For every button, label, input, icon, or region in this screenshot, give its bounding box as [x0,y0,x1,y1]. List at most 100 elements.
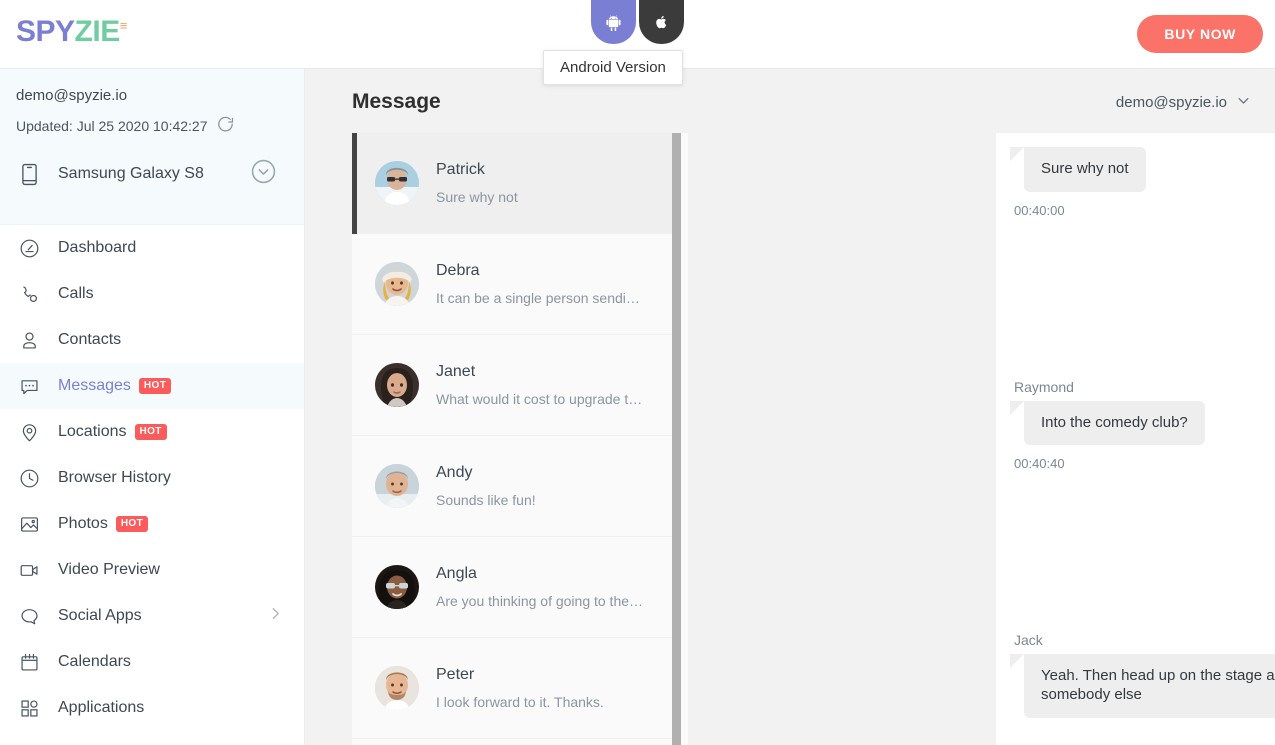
main-header: Message demo@spyzie.io [306,69,1275,133]
conversation-item-peter[interactable]: Peter I look forward to it. Thanks. [352,638,672,739]
avatar-image [375,161,419,205]
message-group: Jack Yeah. Then head up on the stage and… [1010,632,1275,718]
ios-version-tab[interactable] [639,0,684,44]
sidebar-item-label: Locations [58,423,127,440]
sidebar-item-video-preview[interactable]: Video Preview [0,547,304,593]
conversation-list-scrollbar-thumb[interactable] [672,133,681,745]
message-bubble-icon [16,376,42,397]
avatar-image [375,464,419,508]
sidebar-item-applications[interactable]: Applications [0,685,304,731]
dashboard-icon [16,238,42,259]
message-row: Ok where do you want to meet [1010,276,1275,321]
message-time: 00:41:00 [1014,585,1275,600]
sidebar-item-messages[interactable]: Messages HOT [0,363,304,409]
conversation-name: Patrick [436,161,485,178]
hot-badge: HOT [134,424,167,440]
hot-badge: HOT [138,378,172,394]
conversation-text: Peter I look forward to it. Thanks. [436,666,604,710]
android-icon [606,14,621,31]
logo-part-spy: SPY [16,15,75,48]
message-group: Me Ok where do you want to meet 00:40:20 [1010,254,1275,347]
conversation-item-debra[interactable]: Debra It can be a single person sendi… [352,234,672,335]
conversation-name: Angla [436,565,477,582]
spyzie-logo[interactable]: SPYZIE≡ [16,15,127,49]
logo-part-zie: ZIE [74,15,121,48]
calendar-icon [16,652,42,673]
video-camera-icon [16,560,42,581]
sidebar-item-browser-history[interactable]: Browser History [0,455,304,501]
sidebar-item-label: Dashboard [58,239,137,256]
refresh-icon[interactable] [216,115,235,137]
account-updated-row: Updated: Jul 25 2020 10:42:27 [16,115,288,137]
conversation-name: Andy [436,464,473,481]
main-content: Message demo@spyzie.io Patrick Sure why … [306,69,1275,745]
sidebar-item-label: Applications [58,699,145,716]
message-time: 00:40:40 [1014,456,1065,472]
avatar [375,464,419,508]
sidebar-item-social-apps[interactable]: Social Apps [0,593,304,639]
conversation-snippet: What would it cost to upgrade t… [436,391,643,407]
account-email: demo@spyzie.io [16,87,128,104]
user-account-email: demo@spyzie.io [1115,94,1227,111]
account-panel: demo@spyzie.io Updated: Jul 25 2020 10:4… [0,69,304,225]
sidebar-item-dashboard[interactable]: Dashboard [0,225,304,271]
sidebar-nav: Dashboard Calls Contacts Messages HOT Lo… [0,225,304,731]
avatar-image [375,262,419,306]
conversation-snippet: Sure why not [436,189,518,205]
message-bubble[interactable]: Into the comedy club? [1010,400,1205,446]
message-sender: Me [1014,507,1275,523]
conversation-name: Debra [436,262,480,279]
conversation-item-patrick[interactable]: Patrick Sure why not [352,133,672,234]
message-row: Sure why not [1010,147,1275,192]
buy-now-button[interactable]: BUY NOW [1137,15,1263,53]
sidebar-item-label: Photos [58,515,108,532]
message-time: 00:40:20 [1014,332,1275,347]
avatar [375,666,419,710]
apple-icon [656,15,667,29]
sidebar-item-calls[interactable]: Calls [0,271,304,317]
message-thread: Sure why not 00:40:00 Me Ok where do you… [996,133,1275,718]
device-selector[interactable]: Samsung Galaxy S8 [16,159,288,189]
person-icon [16,330,42,351]
phone-icon [16,163,42,186]
image-icon [16,514,42,535]
avatar [375,262,419,306]
chevron-right-icon[interactable] [269,607,282,625]
conversation-item-andy[interactable]: Andy Sounds like fun! [352,436,672,537]
message-bubble[interactable]: Yeah. Then head up on the stage and tell… [1010,654,1275,718]
platform-toggle-group [591,0,684,44]
chevron-down-icon [1236,93,1251,112]
avatar-image [375,565,419,609]
user-account-menu[interactable]: demo@spyzie.io [1116,93,1251,112]
conversation-text: Angla Are you thinking of going to the… [436,565,643,609]
conversation-text: Debra It can be a single person sendi… [436,262,640,306]
chevron-down-circle-icon[interactable] [251,159,276,189]
location-pin-icon [16,422,42,443]
clock-icon [16,468,42,489]
sidebar-item-label: Social Apps [58,607,142,624]
conversation-text: Andy Sounds like fun! [436,464,536,508]
message-bubble[interactable]: Sure why not [1010,147,1146,192]
device-name: Samsung Galaxy S8 [58,165,204,182]
sidebar-item-label: Messages [58,377,131,394]
conversation-snippet: I look forward to it. Thanks. [436,694,604,710]
android-version-tab[interactable] [591,0,636,44]
message-sender: Me [1014,254,1275,270]
conversation-item-angla[interactable]: Angla Are you thinking of going to the… [352,537,672,638]
sidebar-item-label: Browser History [58,469,171,486]
avatar-image [375,666,419,710]
conversation-snippet: Sounds like fun! [436,492,536,508]
sidebar-item-locations[interactable]: Locations HOT [0,409,304,455]
sidebar-item-photos[interactable]: Photos HOT [0,501,304,547]
conversation-item-janet[interactable]: Janet What would it cost to upgrade t… [352,335,672,436]
avatar [375,161,419,205]
message-group: Me Cool, head inside 00:41:00 [1010,507,1275,600]
logo-tm-mark: ≡ [119,18,128,33]
sidebar-item-calendars[interactable]: Calendars [0,639,304,685]
sidebar-item-contacts[interactable]: Contacts [0,317,304,363]
avatar-image [375,363,419,407]
message-sender: Jack [1014,632,1043,648]
conversation-name: Janet [436,363,476,380]
conversation-name: Peter [436,666,475,683]
message-group: Sure why not 00:40:00 [1010,133,1275,218]
